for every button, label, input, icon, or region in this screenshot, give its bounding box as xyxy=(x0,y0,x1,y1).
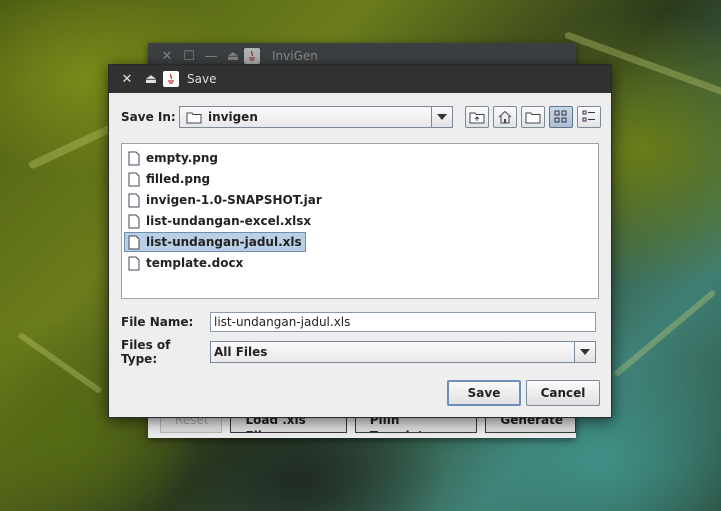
file-name-label: File Name: xyxy=(121,315,194,329)
file-name: template.docx xyxy=(146,256,244,270)
shade-icon[interactable]: ⏏ xyxy=(222,49,244,64)
close-icon[interactable]: ✕ xyxy=(115,72,139,87)
save-in-value: invigen xyxy=(208,110,258,124)
dialog-titlebar: ✕ ⏏ Save xyxy=(109,65,611,93)
list-view-button[interactable] xyxy=(549,106,573,128)
file-item[interactable]: list-undangan-excel.xlsx xyxy=(124,211,315,231)
up-one-level-button[interactable] xyxy=(465,106,489,128)
save-in-label: Save In: xyxy=(121,110,176,124)
up-folder-icon xyxy=(469,112,485,124)
list-view-icon xyxy=(554,110,567,123)
file-name: invigen-1.0-SNAPSHOT.jar xyxy=(146,193,322,207)
save-in-row: Save In: invigen xyxy=(121,106,601,128)
java-app-icon xyxy=(163,71,179,87)
file-icon xyxy=(128,151,140,165)
file-icon xyxy=(128,172,140,186)
file-name: list-undangan-jadul.xls xyxy=(146,235,302,249)
new-folder-icon xyxy=(525,112,541,124)
file-name-field[interactable]: list-undangan-jadul.xls xyxy=(210,312,596,332)
background-window-title: InviGen xyxy=(272,49,318,63)
file-name: list-undangan-excel.xlsx xyxy=(146,214,312,228)
file-name: empty.png xyxy=(146,151,218,165)
wallpaper-vein xyxy=(17,331,103,395)
save-in-combo[interactable]: invigen xyxy=(179,106,453,128)
minimize-icon[interactable]: — xyxy=(200,49,222,64)
cancel-button[interactable]: Cancel xyxy=(526,380,600,406)
file-item[interactable]: invigen-1.0-SNAPSHOT.jar xyxy=(124,190,326,210)
save-in-toolbar xyxy=(465,106,601,128)
files-of-type-combo[interactable]: All Files xyxy=(210,341,596,363)
folder-icon xyxy=(186,112,202,123)
wallpaper-vein xyxy=(613,288,717,378)
file-icon xyxy=(128,235,140,249)
close-icon[interactable]: ✕ xyxy=(156,49,178,64)
details-view-icon xyxy=(582,110,595,122)
file-icon xyxy=(128,193,140,207)
home-button[interactable] xyxy=(493,106,517,128)
dialog-title: Save xyxy=(187,72,217,86)
file-name-row: File Name: list-undangan-jadul.xls xyxy=(121,312,596,332)
file-list[interactable]: empty.png filled.png invigen-1.0-SNAPSHO… xyxy=(121,143,599,299)
file-icon xyxy=(128,256,140,270)
chevron-down-icon[interactable] xyxy=(574,342,595,362)
new-folder-button[interactable] xyxy=(521,106,545,128)
details-view-button[interactable] xyxy=(577,106,601,128)
maximize-icon[interactable]: ☐ xyxy=(178,49,200,64)
shade-icon[interactable]: ⏏ xyxy=(139,72,163,87)
file-item-selected[interactable]: list-undangan-jadul.xls xyxy=(124,232,306,252)
files-of-type-label: Files of Type: xyxy=(121,338,171,366)
file-item[interactable]: template.docx xyxy=(124,253,247,273)
files-of-type-value: All Files xyxy=(214,345,268,359)
java-app-icon xyxy=(244,48,260,64)
save-dialog: ✕ ⏏ Save Save In: invigen empty.png fill… xyxy=(108,64,612,418)
chevron-down-icon[interactable] xyxy=(431,107,452,127)
save-button[interactable]: Save xyxy=(447,380,521,406)
file-name: filled.png xyxy=(146,172,211,186)
file-item[interactable]: empty.png xyxy=(124,148,222,168)
file-item[interactable]: filled.png xyxy=(124,169,214,189)
files-of-type-row: Files of Type: All Files xyxy=(121,338,596,366)
home-icon xyxy=(498,110,512,124)
file-icon xyxy=(128,214,140,228)
